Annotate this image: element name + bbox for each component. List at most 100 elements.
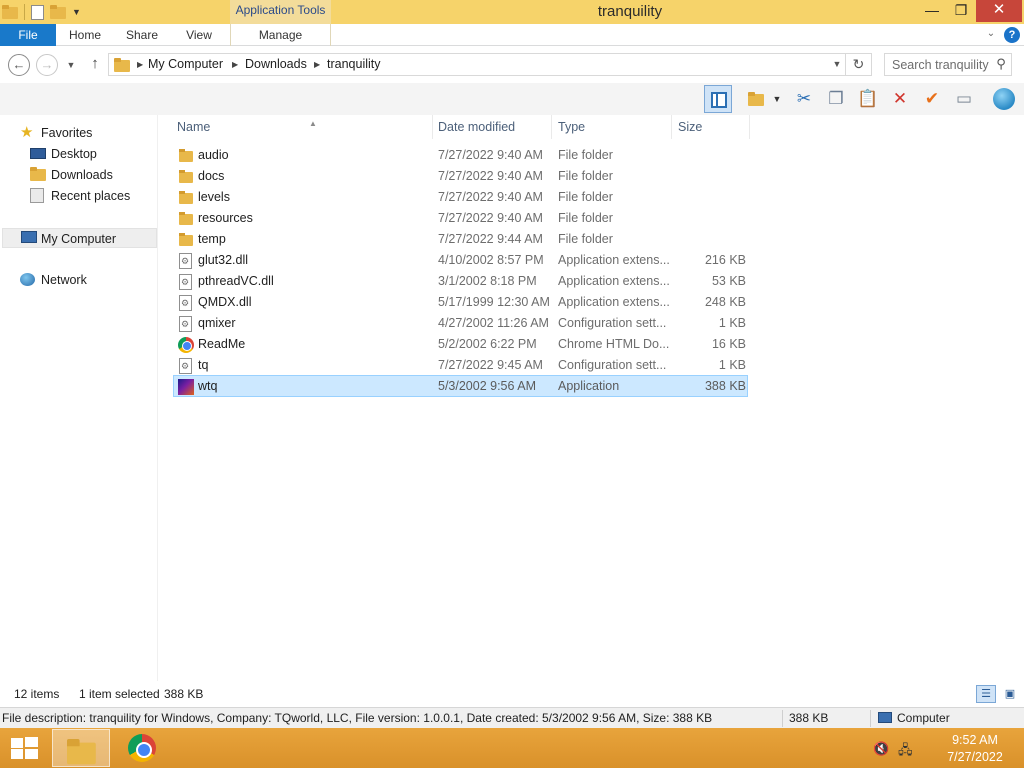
tab-manage[interactable]: Manage xyxy=(230,24,331,46)
computer-icon xyxy=(878,712,892,723)
rename-button[interactable]: ▭ xyxy=(950,85,978,113)
downloads-folder-icon xyxy=(30,167,46,183)
folder-icon xyxy=(178,169,194,185)
nav-favorites[interactable]: ★ Favorites xyxy=(20,123,150,143)
up-button[interactable]: ↑ xyxy=(86,55,104,73)
recent-places-icon xyxy=(30,188,44,203)
globe-button[interactable] xyxy=(990,85,1018,113)
breadcrumb-separator[interactable]: ▶ xyxy=(137,54,143,75)
address-history-dropdown-icon[interactable]: ▼ xyxy=(829,54,845,75)
info-separator xyxy=(782,710,783,727)
file-row[interactable]: resources 7/27/2022 9:40 AM File folder xyxy=(174,208,748,229)
file-row[interactable]: tq 7/27/2022 9:45 AM Configuration sett...… xyxy=(174,355,748,376)
nav-recent-places[interactable]: Recent places xyxy=(30,186,150,206)
details-view-button[interactable]: ☰ xyxy=(976,685,996,703)
column-header-name-label: Name xyxy=(177,120,211,134)
check-icon: ✔ xyxy=(924,89,940,108)
nav-network[interactable]: Network xyxy=(20,270,150,290)
file-row[interactable]: temp 7/27/2022 9:44 AM File folder xyxy=(174,229,748,250)
check-button[interactable]: ✔ xyxy=(918,85,946,113)
windows-logo-icon xyxy=(11,749,23,759)
nav-downloads[interactable]: Downloads xyxy=(30,165,150,185)
file-name: wtq xyxy=(198,379,218,393)
file-name: temp xyxy=(198,232,226,246)
toolbar-dropdown-icon[interactable]: ▼ xyxy=(770,85,784,113)
new-folder-icon[interactable] xyxy=(50,4,66,20)
file-row[interactable]: docs 7/27/2022 9:40 AM File folder xyxy=(174,166,748,187)
tab-view[interactable]: View xyxy=(172,24,226,46)
start-button[interactable] xyxy=(10,736,38,760)
file-name: levels xyxy=(198,190,230,204)
dll-file-icon xyxy=(179,274,192,290)
column-header-type[interactable]: Type xyxy=(552,115,672,139)
forward-button[interactable]: → xyxy=(36,54,58,76)
file-date-modified: 5/17/1999 12:30 AM xyxy=(438,295,550,309)
new-folder-icon xyxy=(748,92,764,106)
nav-desktop[interactable]: Desktop xyxy=(30,144,150,164)
explorer-folder-icon[interactable] xyxy=(2,4,18,20)
paste-icon: 📋 xyxy=(857,89,879,108)
cut-button[interactable]: ✂ xyxy=(790,85,818,113)
close-button[interactable]: ✕ xyxy=(976,0,1022,22)
refresh-button[interactable]: ↻ xyxy=(846,53,872,76)
file-row[interactable]: audio 7/27/2022 9:40 AM File folder xyxy=(174,145,748,166)
file-row[interactable]: levels 7/27/2022 9:40 AM File folder xyxy=(174,187,748,208)
taskbar-file-explorer[interactable] xyxy=(52,729,110,767)
file-date-modified: 7/27/2022 9:40 AM xyxy=(438,190,543,204)
file-row[interactable]: glut32.dll 4/10/2002 8:57 PM Application e… xyxy=(174,250,748,271)
help-icon[interactable]: ? xyxy=(1004,27,1020,43)
search-icon[interactable]: ⚲ xyxy=(993,56,1009,72)
file-date-modified: 7/27/2022 9:45 AM xyxy=(438,358,543,372)
preview-pane-button[interactable] xyxy=(704,85,732,113)
clock-date[interactable]: 7/27/2022 xyxy=(940,750,1010,764)
back-button[interactable]: ← xyxy=(8,54,30,76)
column-header-name[interactable]: Name ▲ xyxy=(171,115,433,139)
copy-button[interactable]: ❐ xyxy=(822,85,850,113)
tab-share[interactable]: Share xyxy=(114,24,170,46)
network-tray-icon[interactable]: 🖧 xyxy=(898,741,916,757)
breadcrumb-separator[interactable]: ▶ xyxy=(314,54,320,75)
file-row[interactable]: qmixer 4/27/2002 11:26 AM Configuration se… xyxy=(174,313,748,334)
info-location: Computer xyxy=(897,711,950,725)
delete-button[interactable]: ✕ xyxy=(886,85,914,113)
folder-icon xyxy=(178,232,194,248)
file-description: File description: tranquility for Window… xyxy=(2,711,713,725)
maximize-button[interactable]: ❐ xyxy=(946,0,976,22)
selection-count: 1 item selected xyxy=(79,687,160,701)
clock-time[interactable]: 9:52 AM xyxy=(940,733,1010,747)
customize-dropdown-icon[interactable]: ▼ xyxy=(72,4,82,20)
explorer-window: ▼ Application Tools tranquility — ❐ ✕ Fi… xyxy=(0,0,1024,728)
address-bar[interactable]: ▶ My Computer ▶ Downloads ▶ tranquility … xyxy=(108,53,846,76)
column-header-date-modified[interactable]: Date modified xyxy=(432,115,552,139)
new-folder-button[interactable] xyxy=(742,85,770,113)
recent-locations-dropdown-icon[interactable]: ▼ xyxy=(64,57,78,73)
breadcrumb-my-computer[interactable]: My Computer xyxy=(148,54,223,75)
network-icon xyxy=(20,273,35,286)
breadcrumb-separator[interactable]: ▶ xyxy=(232,54,238,75)
dll-file-icon xyxy=(179,295,192,311)
search-input[interactable] xyxy=(885,54,993,75)
file-date-modified: 7/27/2022 9:40 AM xyxy=(438,211,543,225)
taskbar-chrome[interactable] xyxy=(124,732,160,764)
file-row[interactable]: ReadMe 5/2/2002 6:22 PM Chrome HTML Do... 1… xyxy=(174,334,748,355)
taskbar: 🔇 🖧 9:52 AM 7/27/2022 xyxy=(0,728,1024,768)
paste-button[interactable]: 📋 xyxy=(854,85,882,113)
properties-icon[interactable] xyxy=(31,4,44,20)
file-row[interactable]: QMDX.dll 5/17/1999 12:30 AM Application ex… xyxy=(174,292,748,313)
volume-muted-icon[interactable]: 🔇 xyxy=(873,741,889,757)
nav-favorites-label: Favorites xyxy=(41,126,93,140)
nav-my-computer[interactable]: My Computer xyxy=(2,228,157,248)
minimize-button[interactable]: — xyxy=(918,0,946,22)
tab-file[interactable]: File xyxy=(0,24,56,46)
breadcrumb-downloads[interactable]: Downloads xyxy=(245,54,307,75)
file-row[interactable]: pthreadVC.dll 3/1/2002 8:18 PM Application… xyxy=(174,271,748,292)
large-icons-view-button[interactable]: ▣ xyxy=(1000,685,1020,703)
tab-home[interactable]: Home xyxy=(58,24,112,46)
column-header-size[interactable]: Size xyxy=(672,115,750,139)
config-file-icon xyxy=(179,358,192,374)
file-row[interactable]: wtq 5/3/2002 9:56 AM Application 388 KB xyxy=(173,375,748,397)
file-type: Application xyxy=(558,379,620,393)
file-name: docs xyxy=(198,169,225,183)
breadcrumb-tranquility[interactable]: tranquility xyxy=(327,54,381,75)
expand-ribbon-icon[interactable]: ⌄ xyxy=(984,28,998,42)
